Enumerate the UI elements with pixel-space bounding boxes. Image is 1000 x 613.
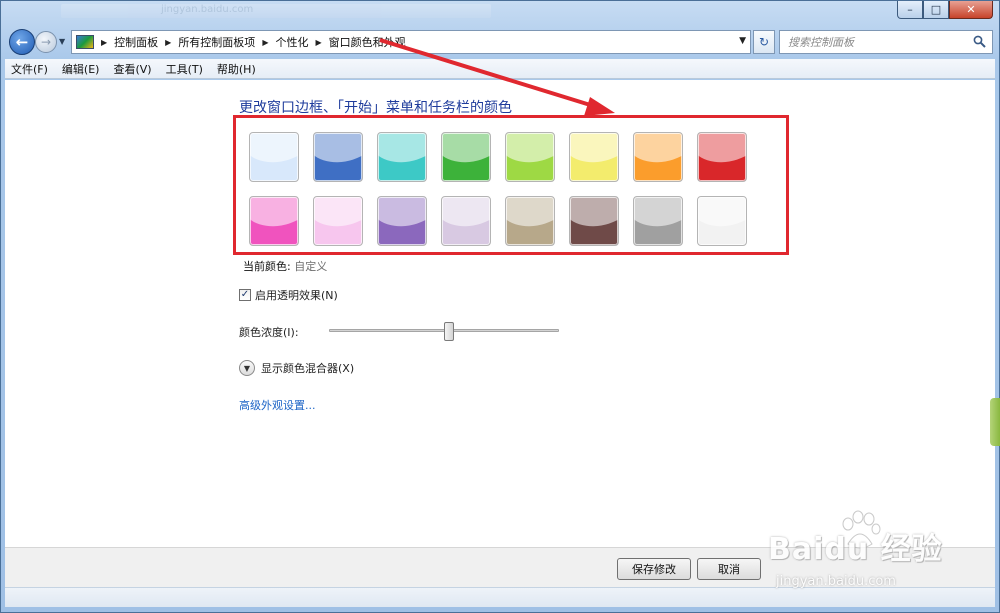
forward-button[interactable]: → [35,31,57,53]
menu-edit[interactable]: 编辑(E) [62,61,100,77]
search-icon[interactable] [973,35,986,48]
watermark-url: jingyan.baidu.com [776,574,896,589]
breadcrumb-personalization[interactable]: 个性化 [275,34,308,50]
breadcrumb-control-panel[interactable]: 控制面板 [114,34,158,50]
transparency-label[interactable]: 启用透明效果(N) [255,287,338,303]
breadcrumb-all-items[interactable]: 所有控制面板项 [178,34,255,50]
refresh-icon: ↻ [758,35,770,49]
page-title: 更改窗口边框、「开始」菜单和任务栏的颜色 [239,100,512,116]
cancel-button[interactable]: 取消 [697,558,761,580]
color-mixer-toggle[interactable]: ▼ 显示颜色混合器(X) [239,360,354,376]
side-tab[interactable] [990,398,1000,446]
breadcrumb-separator-icon[interactable]: ▶ [101,38,107,47]
refresh-button[interactable]: ↻ [753,30,775,54]
caption-ghost: jingyan.baidu.com [61,4,491,18]
watermark-brand: Baidu 经验 [768,532,943,567]
control-panel-icon [76,35,94,49]
breadcrumb-separator-icon[interactable]: ▶ [165,38,171,47]
maximize-button[interactable]: □ [923,1,949,19]
color-mixer-label[interactable]: 显示颜色混合器(X) [261,360,354,376]
advanced-appearance-link[interactable]: 高级外观设置... [239,397,316,413]
baidu-watermark: Baidu 经验 jingyan.baidu.com [768,510,968,600]
menu-tools[interactable]: 工具(T) [166,61,203,77]
transparency-checkbox[interactable]: ✓ [239,289,251,301]
current-color-label: 当前颜色: [243,260,291,273]
intensity-slider[interactable] [329,322,559,341]
back-button[interactable]: ← [9,29,35,55]
breadcrumb-window-color[interactable]: 窗口颜色和外观 [329,34,406,50]
breadcrumb-separator-icon[interactable]: ▶ [262,38,268,47]
transparency-option[interactable]: ✓ 启用透明效果(N) [239,287,338,303]
chevron-down-icon[interactable]: ▼ [239,360,255,376]
breadcrumb-separator-icon[interactable]: ▶ [315,38,321,47]
intensity-slider-thumb[interactable] [444,322,455,341]
save-button[interactable]: 保存修改 [617,558,691,580]
menu-bar: 文件(F) 编辑(E) 查看(V) 工具(T) 帮助(H) [5,59,995,79]
intensity-label: 颜色浓度(I): [239,326,299,339]
menu-file[interactable]: 文件(F) [11,61,48,77]
menu-view[interactable]: 查看(V) [113,61,151,77]
current-color-value: 自定义 [294,260,328,273]
annotation-highlight-box [233,115,789,255]
navigation-row: ← → ▼ ▶ 控制面板 ▶ 所有控制面板项 ▶ 个性化 ▶ 窗口颜色和外观 ▼… [9,29,993,55]
menu-help[interactable]: 帮助(H) [217,61,256,77]
minimize-button[interactable]: – [897,1,923,19]
search-box[interactable] [779,30,993,54]
search-input[interactable] [788,35,974,49]
recent-pages-dropdown-icon[interactable]: ▼ [59,37,69,47]
title-bar[interactable]: jingyan.baidu.com – □ ✕ [1,1,999,23]
close-button[interactable]: ✕ [949,1,993,19]
current-color: 当前颜色: 自定义 [243,258,327,274]
content-pane: 更改窗口边框、「开始」菜单和任务栏的颜色 当前颜色: 自定义 ✓ 启用透明效果(… [5,80,995,547]
window-controls: – □ ✕ [897,1,993,19]
address-bar[interactable]: ▶ 控制面板 ▶ 所有控制面板项 ▶ 个性化 ▶ 窗口颜色和外观 ▼ [71,30,751,54]
address-dropdown-icon[interactable]: ▼ [739,36,746,46]
